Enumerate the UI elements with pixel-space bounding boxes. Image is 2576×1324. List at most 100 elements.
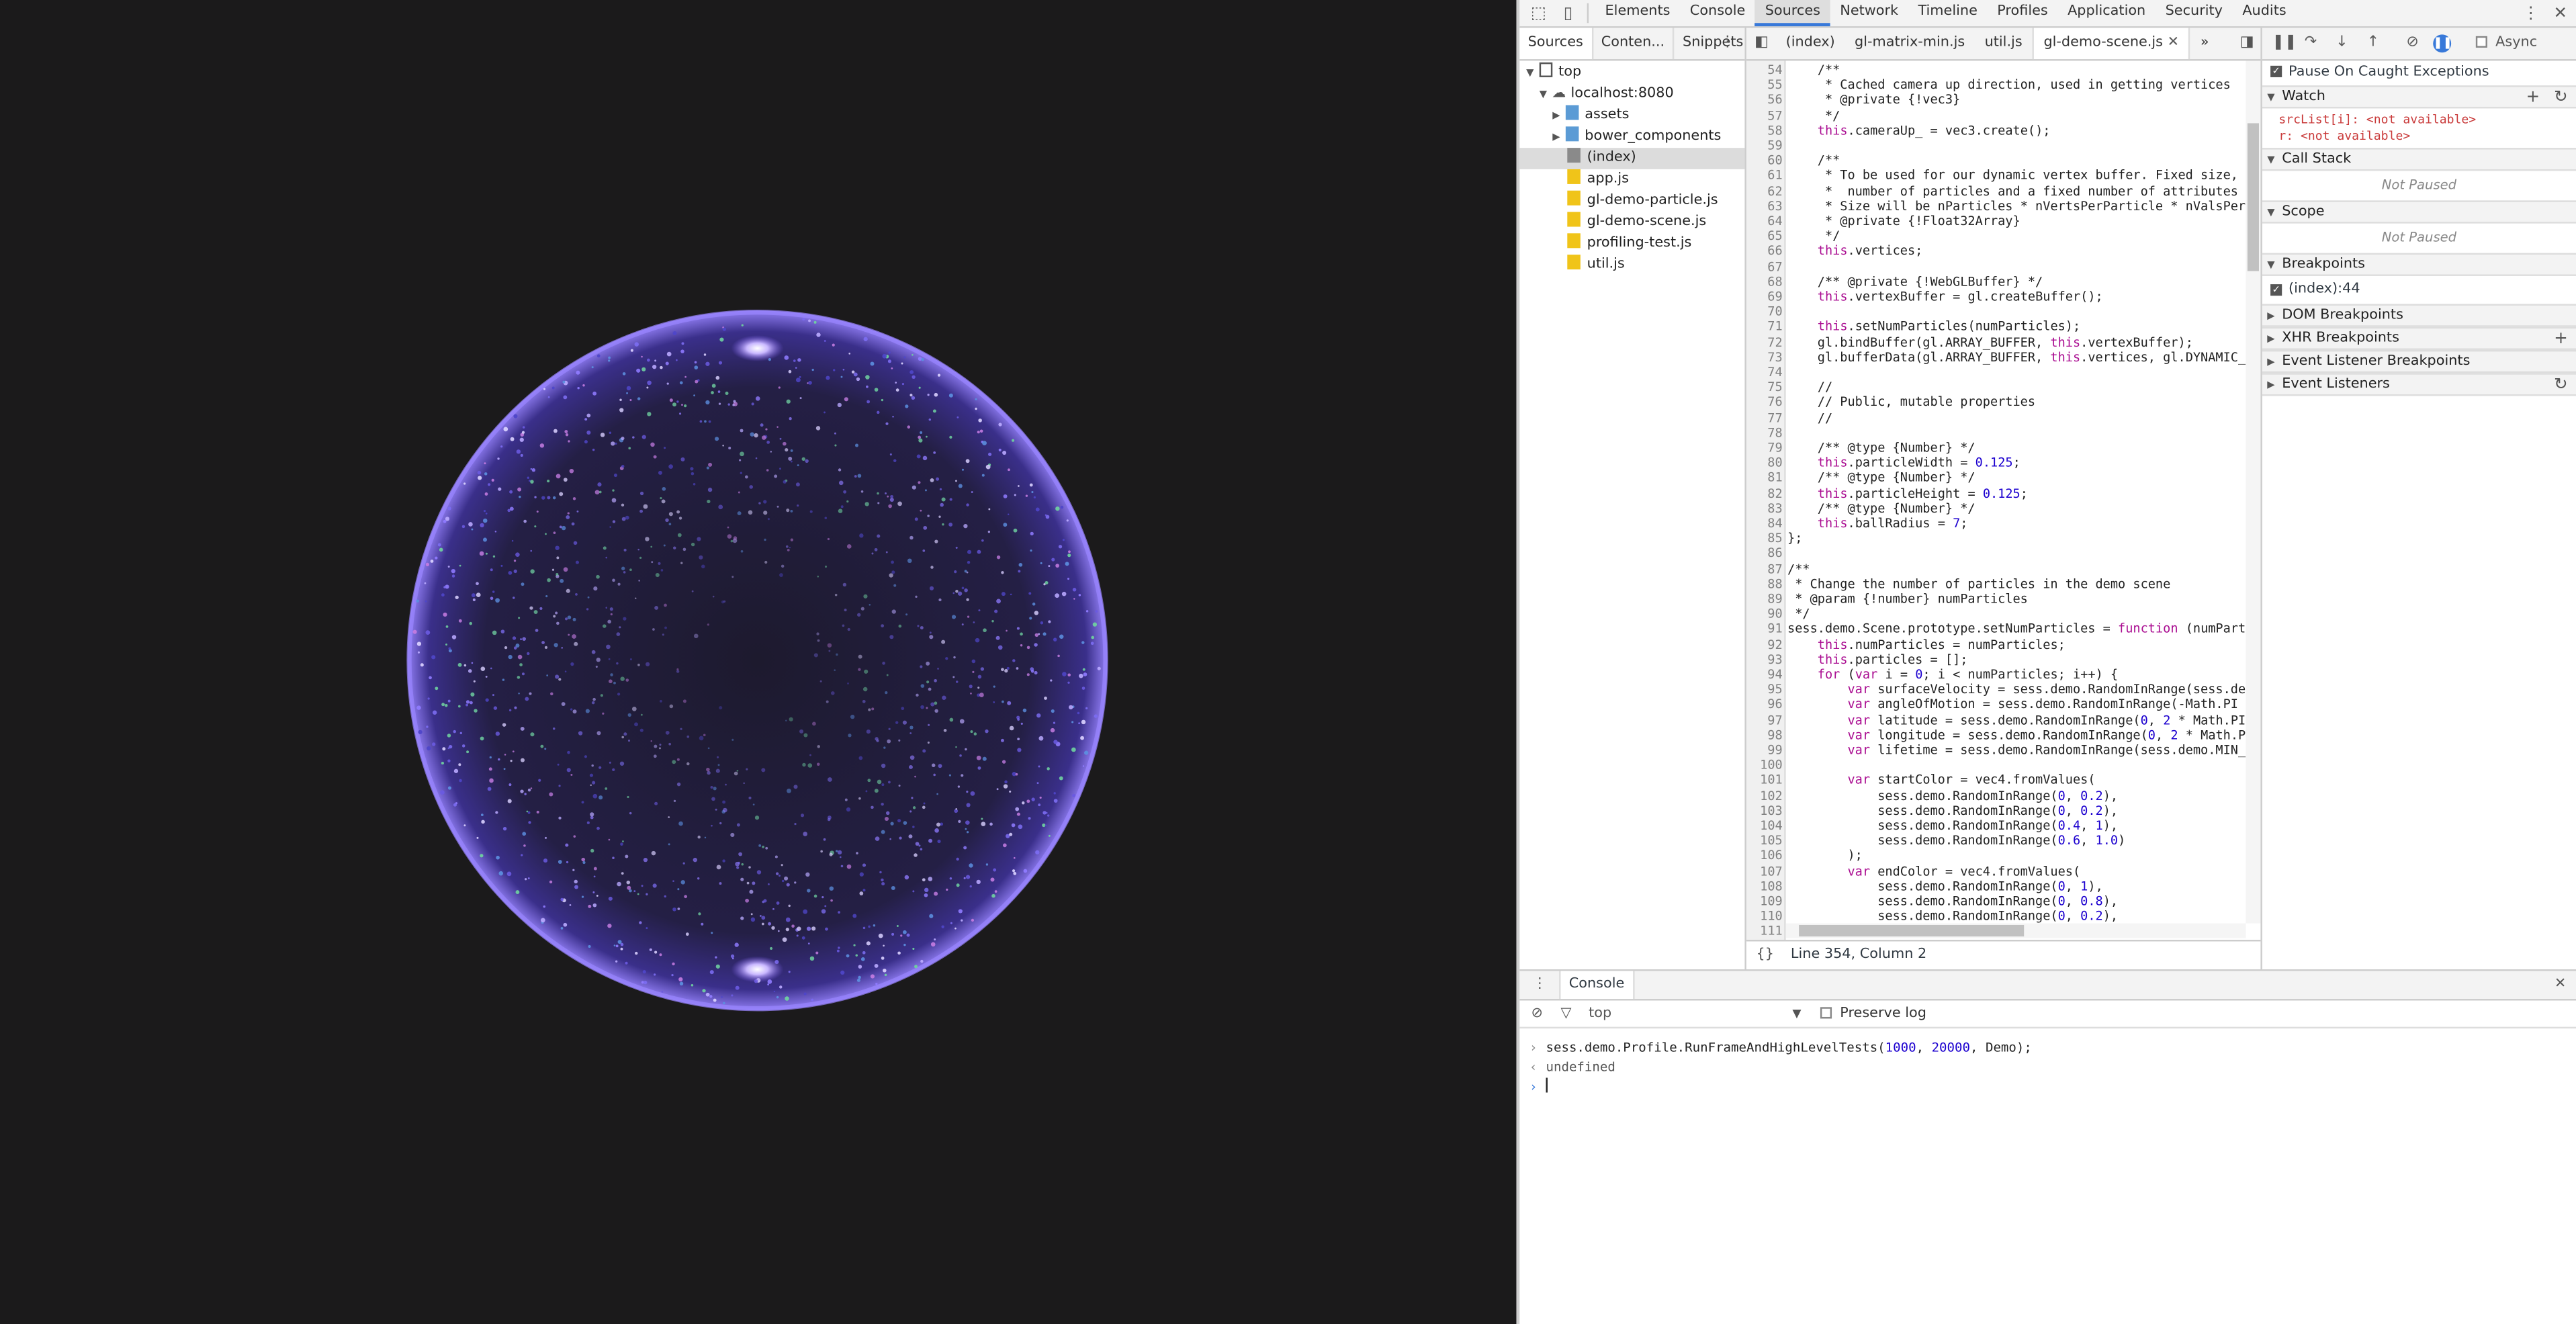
async-checkbox[interactable] — [2475, 36, 2487, 48]
xhr-breakpoints-section-header[interactable]: ▶ XHR Breakpoints + — [2262, 326, 2576, 350]
vertical-scrollbar[interactable] — [2246, 60, 2261, 924]
tree-item-bower-components[interactable]: ▶ bower_components — [1519, 126, 1744, 148]
collapse-arrow-icon[interactable]: ▶ — [1552, 110, 1560, 122]
tree-item-profiling-test[interactable]: profiling-test.js — [1519, 233, 1744, 255]
breakpoints-section-header[interactable]: ▼ Breakpoints — [2262, 253, 2576, 276]
line-number[interactable]: 82 — [1746, 486, 1782, 500]
tab-elements[interactable]: Elements — [1595, 0, 1680, 26]
scroll-thumb[interactable] — [2247, 123, 2259, 271]
line-number[interactable]: 69 — [1746, 289, 1782, 304]
line-number[interactable]: 73 — [1746, 349, 1782, 364]
watch-section-header[interactable]: ▼ Watch + ↻ — [2262, 85, 2576, 109]
webgl-canvas[interactable] — [0, 0, 1517, 1324]
tab-application[interactable]: Application — [2057, 0, 2156, 26]
tree-item-util-js[interactable]: util.js — [1519, 255, 1744, 276]
tree-item-top[interactable]: ▼ top — [1519, 62, 1744, 84]
tree-item-index[interactable]: (index) — [1519, 148, 1745, 169]
line-number[interactable]: 83 — [1746, 500, 1782, 515]
more-tabs-icon[interactable]: » — [2190, 28, 2219, 59]
line-number[interactable]: 88 — [1746, 576, 1782, 591]
line-number[interactable]: 81 — [1746, 470, 1782, 485]
code-area[interactable]: 54 /** 55 * Cached camera up direction, u… — [1746, 60, 2260, 952]
line-number[interactable]: 93 — [1746, 652, 1782, 666]
drawer-menu-icon[interactable]: ⋮ — [1533, 971, 1547, 999]
line-number[interactable]: 74 — [1746, 365, 1782, 380]
line-number[interactable]: 61 — [1746, 168, 1782, 183]
breakpoint-row[interactable]: ✓ (index):44 — [2262, 276, 2576, 304]
pretty-print-icon[interactable]: {} — [1757, 941, 1774, 969]
pause-icon[interactable]: ❚❚ — [2272, 34, 2297, 52]
tab-console[interactable]: Console — [1680, 0, 1755, 26]
line-number[interactable]: 107 — [1746, 863, 1783, 878]
line-number[interactable]: 86 — [1746, 546, 1782, 561]
line-number[interactable]: 94 — [1746, 667, 1782, 682]
line-number[interactable]: 80 — [1746, 455, 1782, 470]
line-number[interactable]: 103 — [1746, 803, 1783, 818]
deactivate-breakpoints-icon[interactable]: ⊘ — [2403, 34, 2422, 52]
line-number[interactable]: 58 — [1746, 123, 1782, 138]
tree-item-assets[interactable]: ▶ assets — [1519, 105, 1744, 127]
line-number[interactable]: 65 — [1746, 228, 1782, 243]
navigator-menu-icon[interactable]: ⋮ — [1720, 28, 1735, 59]
line-number[interactable]: 108 — [1746, 879, 1783, 893]
nav-tab-content-scripts[interactable]: Conten... — [1593, 28, 1675, 60]
line-number[interactable]: 54 — [1746, 62, 1782, 77]
line-number[interactable]: 59 — [1746, 138, 1782, 152]
editor-tab-index[interactable]: (index) — [1776, 28, 1845, 59]
tree-item-gl-demo-scene[interactable]: gl-demo-scene.js — [1519, 212, 1744, 234]
expand-arrow-icon[interactable]: ▼ — [1526, 67, 1534, 79]
more-options-icon[interactable]: ⋮ — [2522, 5, 2540, 23]
line-number[interactable]: 55 — [1746, 77, 1782, 92]
dom-breakpoints-section-header[interactable]: ▶ DOM Breakpoints — [2262, 304, 2576, 327]
line-number[interactable]: 70 — [1746, 304, 1782, 319]
tab-audits[interactable]: Audits — [2233, 0, 2297, 26]
preserve-log-checkbox[interactable] — [1820, 1007, 1832, 1019]
close-drawer-icon[interactable]: ✕ — [2555, 971, 2566, 999]
line-number[interactable]: 84 — [1746, 516, 1782, 531]
line-number[interactable]: 63 — [1746, 198, 1782, 213]
scroll-thumb[interactable] — [1799, 924, 2025, 937]
line-number[interactable]: 76 — [1746, 395, 1782, 410]
tab-profiles[interactable]: Profiles — [1988, 0, 2058, 26]
line-number[interactable]: 57 — [1746, 107, 1782, 122]
line-number[interactable]: 72 — [1746, 335, 1782, 349]
line-number[interactable]: 96 — [1746, 697, 1782, 712]
line-number[interactable]: 101 — [1746, 773, 1783, 787]
context-dropdown-icon[interactable]: ▼ — [1792, 1000, 1801, 1026]
line-number[interactable]: 100 — [1746, 758, 1783, 773]
toggle-navigator-icon[interactable]: ◧ — [1755, 28, 1769, 59]
nav-tab-sources[interactable]: Sources — [1519, 28, 1593, 60]
line-number[interactable]: 110 — [1746, 909, 1783, 924]
tree-item-gl-demo-particle[interactable]: gl-demo-particle.js — [1519, 190, 1744, 212]
line-number[interactable]: 95 — [1746, 682, 1782, 697]
add-xhr-breakpoint-icon[interactable]: + — [2554, 328, 2568, 350]
step-into-icon[interactable]: ↓ — [2333, 34, 2351, 52]
clear-console-icon[interactable]: ⊘ — [1531, 1000, 1542, 1026]
line-number[interactable]: 78 — [1746, 425, 1782, 440]
line-number[interactable]: 102 — [1746, 788, 1783, 803]
toggle-debugger-icon[interactable]: ◨ — [2240, 28, 2254, 59]
line-number[interactable]: 97 — [1746, 712, 1782, 727]
line-number[interactable]: 98 — [1746, 727, 1782, 742]
pause-on-exceptions-icon[interactable]: ❚❚ — [2433, 34, 2452, 53]
horizontal-scrollbar[interactable] — [1785, 923, 2246, 938]
line-number[interactable]: 85 — [1746, 531, 1782, 545]
refresh-icon[interactable]: ↻ — [2554, 87, 2568, 109]
step-over-icon[interactable]: ↷ — [2302, 34, 2320, 52]
line-number[interactable]: 104 — [1746, 818, 1783, 833]
watch-item[interactable]: srcList[i]: <not available> — [2278, 112, 2576, 128]
inspect-element-icon[interactable]: ⬚ — [1529, 5, 1548, 23]
watch-item[interactable]: r: <not available> — [2278, 128, 2576, 144]
line-number[interactable]: 109 — [1746, 894, 1783, 909]
tree-item-localhost[interactable]: ▼ ☁ localhost:8080 — [1519, 84, 1744, 105]
filter-icon[interactable]: ▽ — [1561, 1000, 1572, 1026]
line-number[interactable]: 105 — [1746, 833, 1783, 848]
line-number[interactable]: 67 — [1746, 259, 1782, 273]
line-number[interactable]: 99 — [1746, 743, 1782, 758]
step-out-icon[interactable]: ↑ — [2364, 34, 2383, 52]
refresh-icon[interactable]: ↻ — [2554, 375, 2568, 396]
tab-network[interactable]: Network — [1830, 0, 1908, 26]
line-number[interactable]: 106 — [1746, 848, 1783, 863]
editor-tab-util[interactable]: util.js — [1975, 28, 2032, 59]
breakpoint-checkbox[interactable]: ✓ — [2270, 284, 2282, 296]
